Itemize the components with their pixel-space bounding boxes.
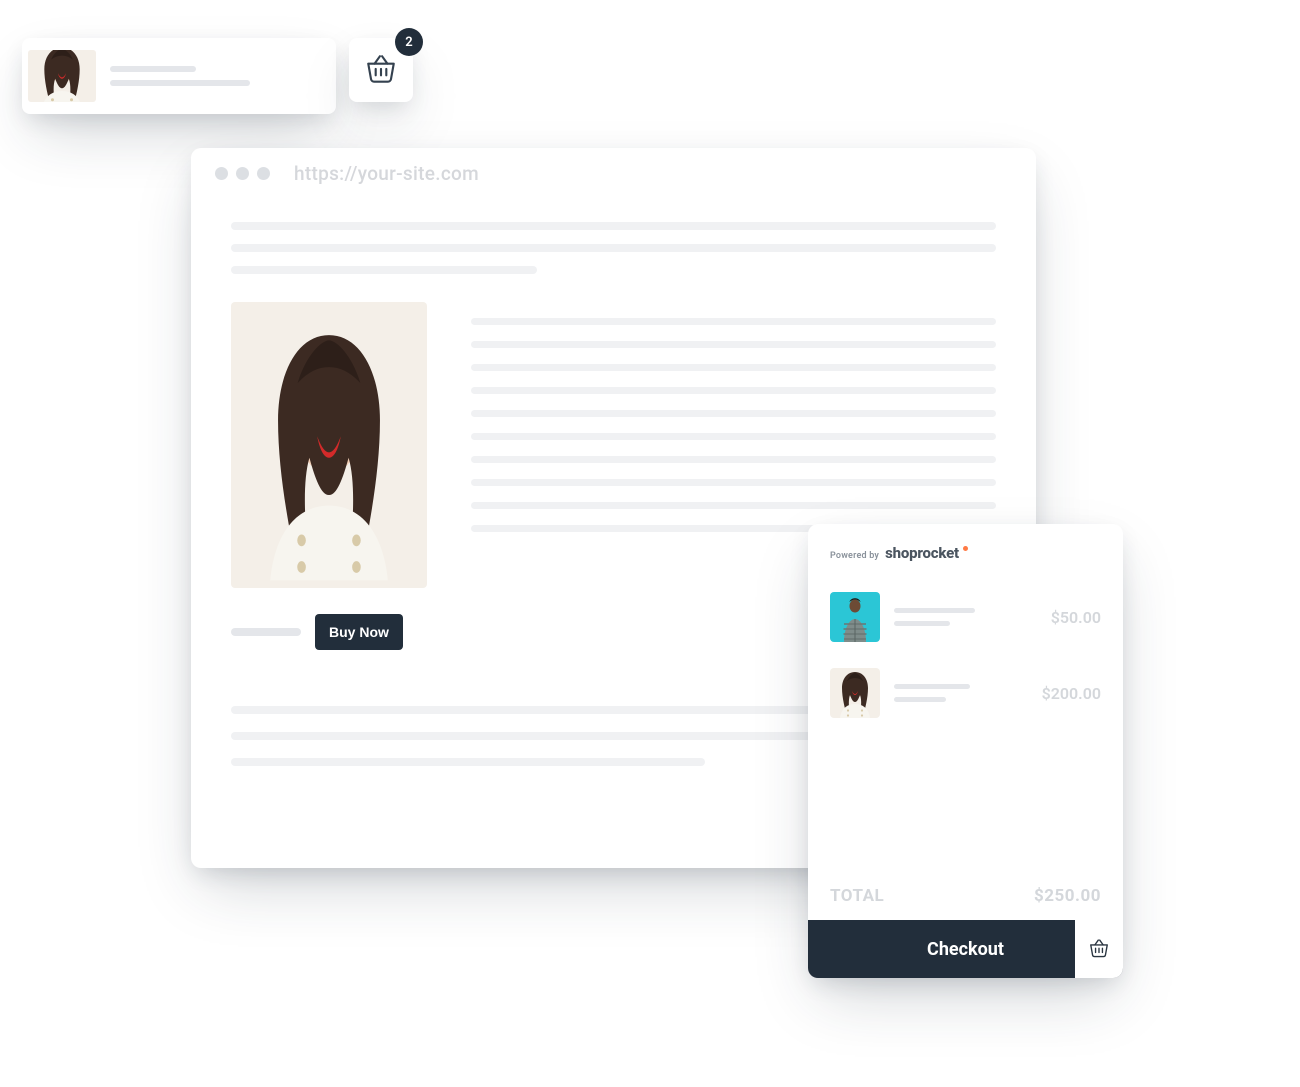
basket-button[interactable]: 2 (349, 38, 413, 102)
powered-by-label: Powered by (830, 551, 879, 561)
cart-items: $50.00 $200.00 (808, 568, 1123, 736)
checkout-button[interactable]: Checkout (808, 920, 1123, 978)
product-chip-text (110, 66, 330, 86)
cart-total-value: $250.00 (1034, 886, 1101, 906)
checkout-label: Checkout (927, 939, 1004, 960)
basket-count-badge: 2 (395, 28, 423, 56)
brand-name: shoprocket (885, 544, 959, 562)
product-card: Buy Now (231, 302, 427, 650)
page-header-placeholder (231, 222, 996, 274)
basket-icon (364, 53, 398, 87)
cart-item-text-placeholder (894, 608, 1051, 626)
cart-item-text-placeholder (894, 684, 1042, 702)
window-dot-close[interactable] (215, 167, 228, 180)
product-chip[interactable] (22, 38, 336, 114)
cart-header: Powered by shoprocket (808, 524, 1123, 568)
product-chip-thumb (28, 50, 96, 102)
window-controls[interactable] (215, 167, 270, 180)
product-title-placeholder (231, 628, 301, 636)
cart-item[interactable]: $200.00 (830, 660, 1101, 726)
product-image[interactable] (231, 302, 427, 588)
cart-item-thumb (830, 668, 880, 718)
brand-accent-dot (963, 546, 968, 551)
basket-icon (1088, 938, 1110, 960)
checkout-basket-tile[interactable] (1075, 920, 1123, 978)
cart-item-price: $200.00 (1042, 684, 1101, 703)
window-dot-min[interactable] (236, 167, 249, 180)
cart-item[interactable]: $50.00 (830, 584, 1101, 650)
window-dot-max[interactable] (257, 167, 270, 180)
cart-total-row: TOTAL $250.00 (808, 886, 1123, 920)
browser-titlebar: https://your-site.com (191, 148, 1036, 198)
address-bar-url[interactable]: https://your-site.com (294, 162, 479, 185)
cart-total-label: TOTAL (830, 886, 884, 906)
buy-now-button[interactable]: Buy Now (315, 614, 403, 650)
cart-item-price: $50.00 (1051, 608, 1101, 627)
cart-item-thumb (830, 592, 880, 642)
cart-popover: Powered by shoprocket $50.00 $200.00 TOT… (808, 524, 1123, 978)
